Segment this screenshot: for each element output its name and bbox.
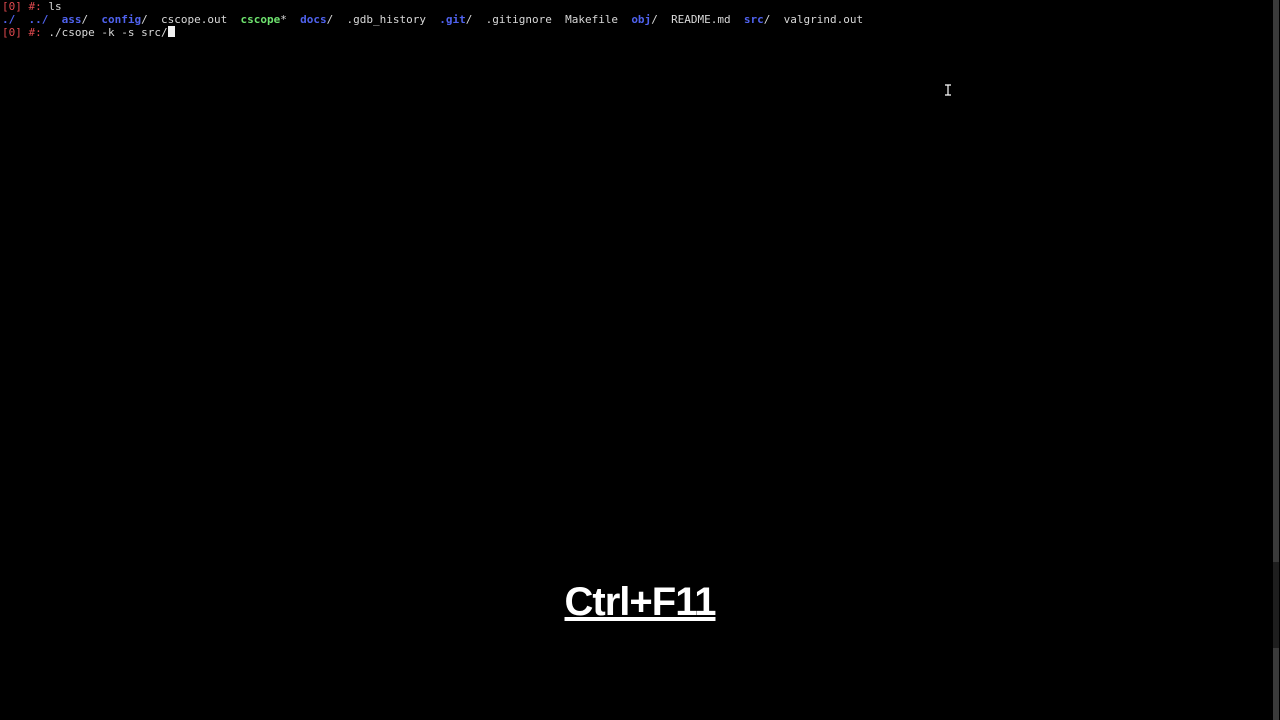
listing-entry: .gdb_history <box>346 13 426 26</box>
listing-entry: .git <box>439 13 466 26</box>
listing-suffix: / <box>651 13 672 26</box>
listing-suffix <box>552 13 565 26</box>
listing-entry: valgrind.out <box>783 13 864 26</box>
listing-entry: Makefile <box>565 13 619 26</box>
command-text: ls <box>48 0 62 13</box>
listing-entry: cscope.out <box>161 13 228 26</box>
listing-suffix: / <box>763 13 784 26</box>
listing-suffix: / <box>465 13 486 26</box>
listing-entry: ./ <box>2 13 16 26</box>
listing-entry: obj <box>631 13 652 26</box>
terminal-line-2: ./ ../ ass/ config/ cscope.out cscope* d… <box>2 13 863 26</box>
command-input[interactable]: ./csope -k -s src/ <box>48 26 167 39</box>
listing-suffix: / <box>326 13 347 26</box>
listing-entry: README.md <box>671 13 731 26</box>
listing-suffix <box>48 13 61 26</box>
listing-entry: src <box>743 13 764 26</box>
listing-suffix <box>731 13 744 26</box>
keystroke-overlay: Ctrl+F11 <box>564 580 717 624</box>
listing-entry: .gitignore <box>485 13 552 26</box>
terminal-line-3: [0] #: ./csope -k -s src/ <box>2 26 175 39</box>
listing-suffix <box>227 13 240 26</box>
listing-suffix: * <box>280 13 301 26</box>
scrollbar-track-upper[interactable] <box>1273 0 1279 562</box>
listing-suffix <box>426 13 439 26</box>
listing-entry: docs <box>300 13 327 26</box>
terminal-line-1: [0] #: ls <box>2 0 62 13</box>
listing-suffix <box>15 13 28 26</box>
listing-entry: ../ <box>28 13 49 26</box>
shell-prompt: [0] #: <box>2 26 42 39</box>
scrollbar-track-lower[interactable] <box>1273 648 1279 720</box>
listing-entry: cscope <box>240 13 281 26</box>
text-cursor <box>167 26 175 37</box>
listing-suffix: / <box>81 13 102 26</box>
listing-suffix <box>618 13 631 26</box>
listing-entry: config <box>101 13 142 26</box>
i-beam-cursor-icon <box>945 84 951 96</box>
listing-entry: ass <box>61 13 82 26</box>
listing-suffix: / <box>141 13 161 26</box>
shell-prompt: [0] #: <box>2 0 42 13</box>
